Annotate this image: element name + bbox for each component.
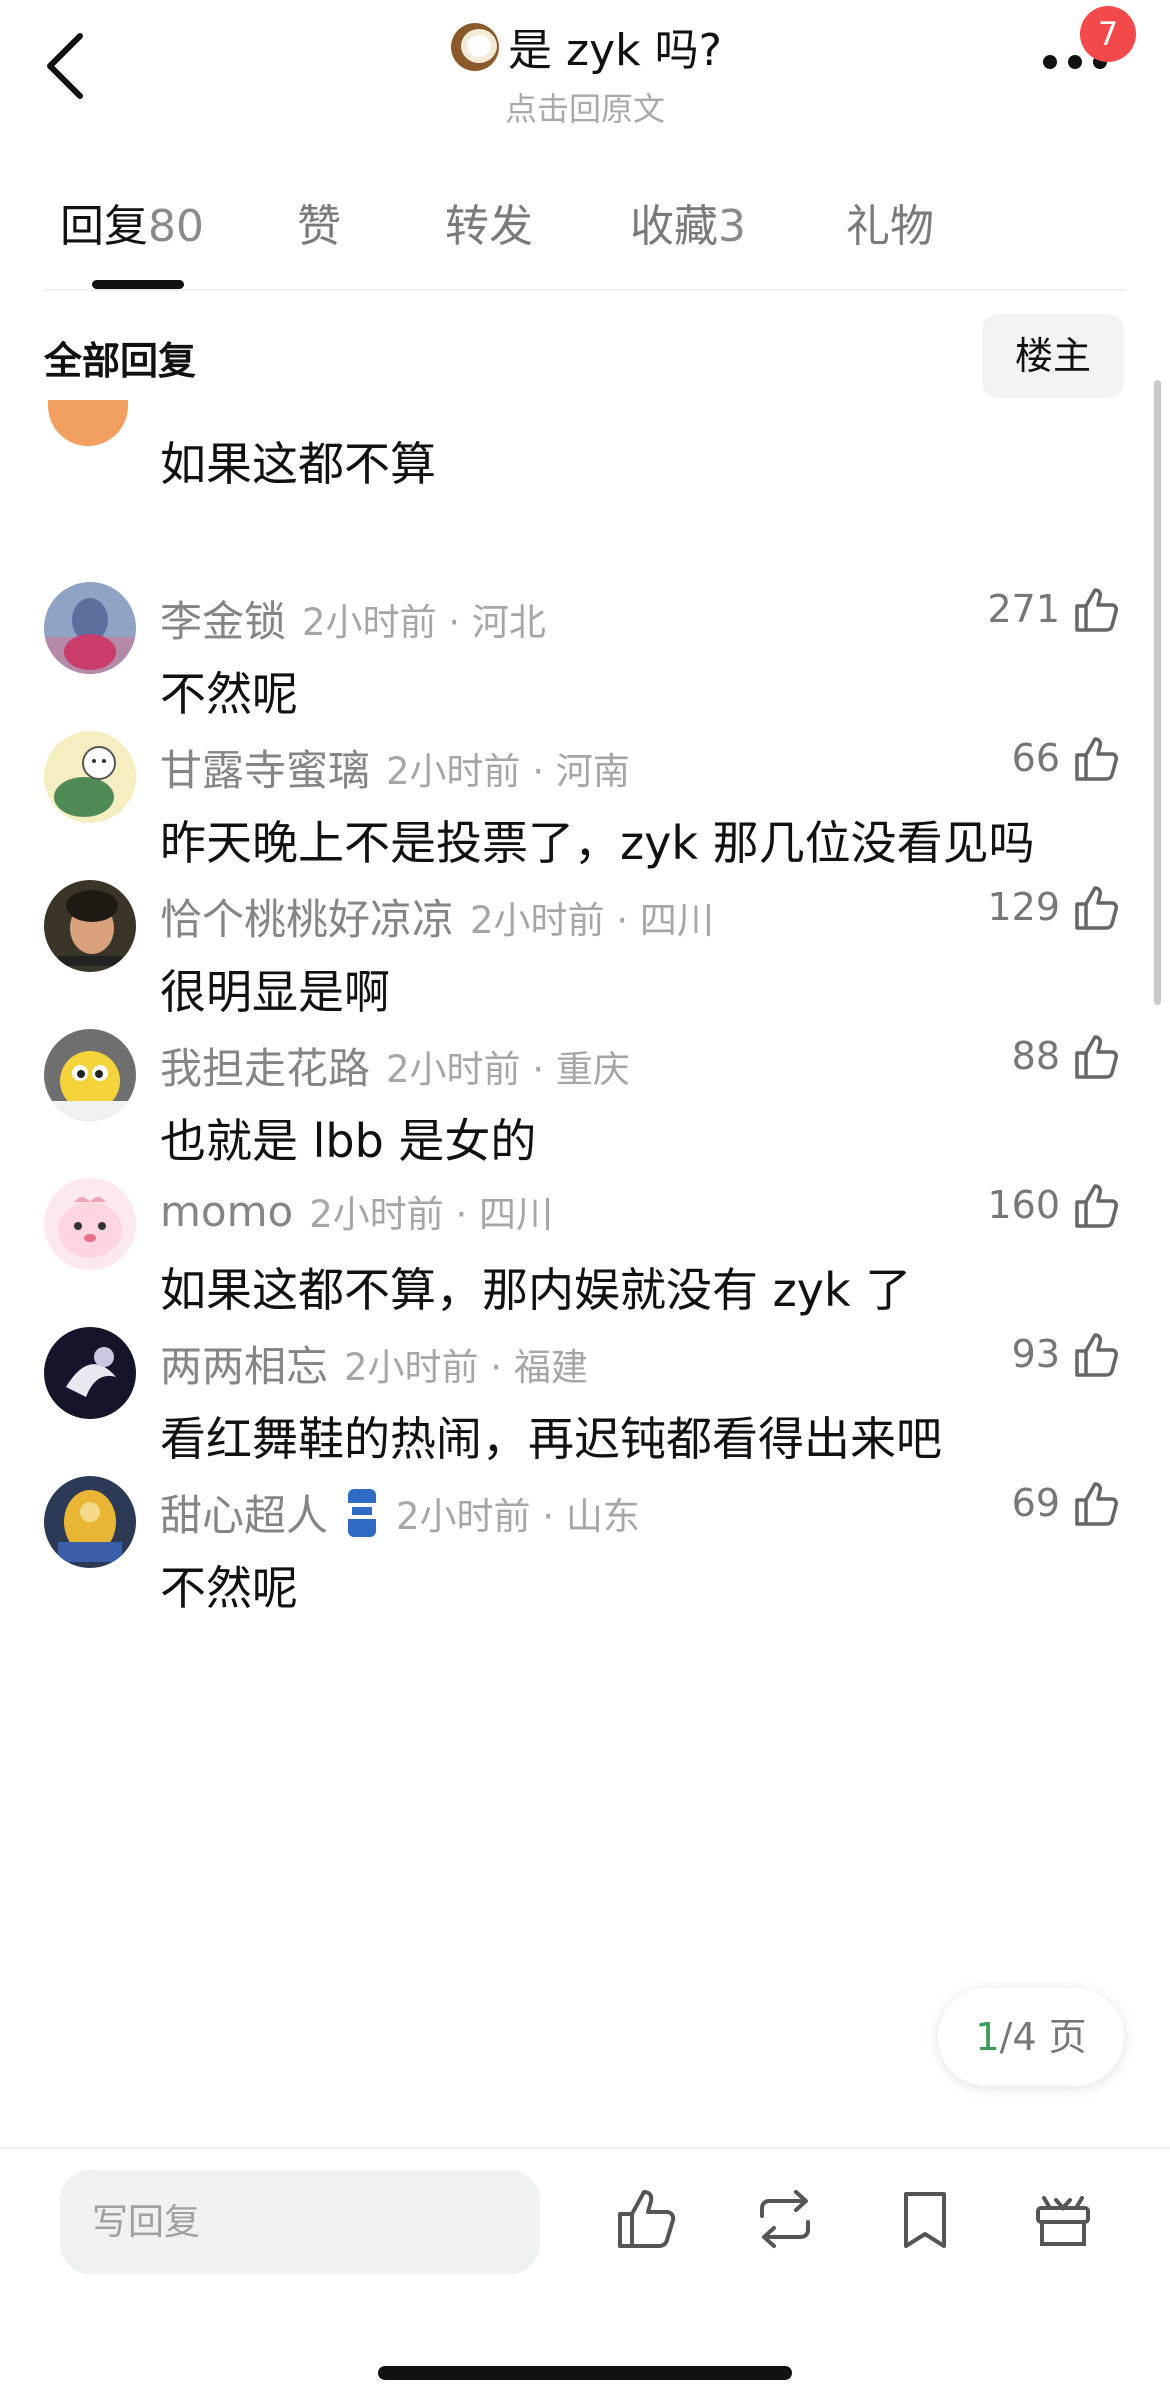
avatar[interactable] bbox=[44, 731, 136, 823]
time-location: 2小时前 · 四川 bbox=[470, 898, 714, 942]
avatar[interactable] bbox=[48, 400, 128, 446]
time-location: 2小时前 · 重庆 bbox=[386, 1047, 630, 1091]
like-count: 271 bbox=[987, 587, 1060, 631]
username[interactable]: 我担走花路 bbox=[160, 1035, 370, 1096]
active-tab-indicator bbox=[92, 280, 184, 289]
tab-label: 收藏 bbox=[630, 201, 718, 252]
comment-content: 看红舞鞋的热闹，再迟钝都看得出来吧 bbox=[160, 1412, 942, 1466]
header-bar: 是 zyk 吗? 点击回原文 7 bbox=[0, 0, 1170, 130]
username[interactable]: 甜心超人 bbox=[160, 1482, 328, 1543]
tab-replies[interactable]: 回复80 bbox=[60, 190, 204, 254]
section-title: 全部回复 bbox=[44, 339, 197, 383]
comment-content: 如果这都不算，那内娱就没有 zyk 了 bbox=[160, 1263, 912, 1317]
like-button[interactable]: 160 bbox=[987, 1180, 1122, 1230]
comment-meta: 恰个桃桃好凉凉 2小时前 · 四川 bbox=[160, 886, 714, 947]
username[interactable]: momo bbox=[160, 1187, 293, 1236]
comment-content: 不然呢 bbox=[160, 667, 298, 721]
tab-bar: 回复80 赞 转发 收藏3 礼物 bbox=[0, 190, 1170, 290]
username[interactable]: 两两相忘 bbox=[160, 1333, 328, 1394]
post-title: 是 zyk 吗? bbox=[448, 14, 722, 78]
page-indicator[interactable]: 1/4 页 bbox=[938, 1988, 1124, 2086]
owner-filter-button[interactable]: 楼主 bbox=[982, 314, 1124, 398]
comment-meta: momo 2小时前 · 四川 bbox=[160, 1184, 553, 1238]
tab-label: 回复 bbox=[60, 201, 148, 252]
like-button[interactable]: 271 bbox=[987, 584, 1122, 634]
like-button[interactable]: 129 bbox=[987, 882, 1122, 932]
notification-badge: 7 bbox=[1080, 6, 1136, 62]
bookmark-icon[interactable] bbox=[892, 2186, 958, 2252]
time-location: 2小时前 · 福建 bbox=[344, 1345, 588, 1389]
like-count: 66 bbox=[1011, 736, 1060, 780]
like-count: 88 bbox=[1011, 1034, 1060, 1078]
avatar[interactable] bbox=[44, 582, 136, 674]
tab-likes[interactable]: 赞 bbox=[297, 190, 341, 254]
comment-content: 很明显是啊 bbox=[160, 965, 390, 1019]
scrollbar[interactable] bbox=[1154, 380, 1161, 1005]
bottom-divider bbox=[0, 2147, 1170, 2149]
time-location: 2小时前 · 山东 bbox=[396, 1494, 640, 1538]
comment-meta: 甜心超人 2小时前 · 山东 bbox=[160, 1482, 640, 1543]
comment-content: 如果这都不算 bbox=[160, 437, 436, 491]
avatar[interactable] bbox=[44, 1327, 136, 1419]
total-pages: /4 页 bbox=[999, 2015, 1087, 2059]
comment-meta: 李金锁 2小时前 · 河北 bbox=[160, 588, 546, 649]
comment-meta: 我担走花路 2小时前 · 重庆 bbox=[160, 1035, 630, 1096]
comment-content: 不然呢 bbox=[160, 1561, 298, 1615]
thumbs-up-icon bbox=[1075, 1482, 1118, 1526]
current-page: 1 bbox=[975, 2015, 1000, 2059]
repost-icon[interactable] bbox=[752, 2186, 818, 2252]
view-original-link[interactable]: 点击回原文 bbox=[0, 84, 1170, 130]
thumbs-up-icon bbox=[1075, 737, 1118, 781]
like-count: 93 bbox=[1011, 1332, 1060, 1376]
comment-content: 也就是 lbb 是女的 bbox=[160, 1114, 537, 1168]
avatar[interactable] bbox=[44, 1178, 136, 1270]
comment-list[interactable]: 如果这都不算 李金锁 2小时前 · 河北 不然呢 271 甘露寺蜜璃 2小时前 … bbox=[0, 400, 1170, 2140]
tab-reposts[interactable]: 转发 bbox=[445, 190, 533, 254]
avatar[interactable] bbox=[44, 1029, 136, 1121]
coconut-icon bbox=[451, 23, 500, 71]
time-location: 2小时前 · 河北 bbox=[302, 600, 546, 644]
avatar[interactable] bbox=[44, 1476, 136, 1568]
like-button[interactable]: 93 bbox=[1012, 1329, 1122, 1379]
like-count: 69 bbox=[1011, 1481, 1060, 1525]
username[interactable]: 李金锁 bbox=[160, 588, 286, 649]
username[interactable]: 甘露寺蜜璃 bbox=[160, 737, 370, 798]
beer-can-icon bbox=[348, 1488, 377, 1537]
title-block[interactable]: 是 zyk 吗? 点击回原文 bbox=[0, 14, 1170, 130]
thumbs-up-icon bbox=[1075, 1035, 1118, 1079]
like-button[interactable]: 66 bbox=[1012, 733, 1122, 783]
tab-label: 转发 bbox=[445, 201, 533, 252]
tab-count: 80 bbox=[148, 201, 204, 252]
gift-icon[interactable] bbox=[1030, 2186, 1096, 2252]
time-location: 2小时前 · 四川 bbox=[309, 1193, 554, 1236]
tab-divider bbox=[44, 289, 1126, 291]
thumbs-up-icon[interactable] bbox=[614, 2186, 680, 2252]
comment-item[interactable]: 甜心超人 2小时前 · 山东 不然呢 69 bbox=[0, 1476, 1170, 1676]
time-location: 2小时前 · 河南 bbox=[386, 749, 630, 793]
tab-count: 3 bbox=[718, 201, 746, 252]
tab-label: 赞 bbox=[297, 201, 341, 252]
post-title-text: 是 zyk 吗? bbox=[508, 25, 722, 76]
thumbs-up-icon bbox=[1075, 886, 1118, 930]
tab-label: 礼物 bbox=[846, 201, 934, 252]
username[interactable]: 恰个桃桃好凉凉 bbox=[160, 886, 454, 947]
like-button[interactable]: 88 bbox=[1012, 1031, 1122, 1081]
like-count: 160 bbox=[987, 1183, 1060, 1227]
comment-content: 昨天晚上不是投票了，zyk 那几位没看见吗 bbox=[160, 816, 1035, 870]
thumbs-up-icon bbox=[1075, 1184, 1118, 1228]
reply-input[interactable] bbox=[60, 2170, 540, 2274]
like-button[interactable]: 69 bbox=[1012, 1478, 1122, 1528]
comment-meta: 甘露寺蜜璃 2小时前 · 河南 bbox=[160, 737, 630, 798]
avatar[interactable] bbox=[44, 880, 136, 972]
thumbs-up-icon bbox=[1075, 1333, 1118, 1377]
home-indicator bbox=[378, 2366, 792, 2380]
like-count: 129 bbox=[987, 885, 1060, 929]
thumbs-up-icon bbox=[1075, 588, 1118, 632]
tab-favorites[interactable]: 收藏3 bbox=[630, 190, 746, 254]
comment-meta: 两两相忘 2小时前 · 福建 bbox=[160, 1333, 588, 1394]
tab-gifts[interactable]: 礼物 bbox=[846, 190, 934, 254]
